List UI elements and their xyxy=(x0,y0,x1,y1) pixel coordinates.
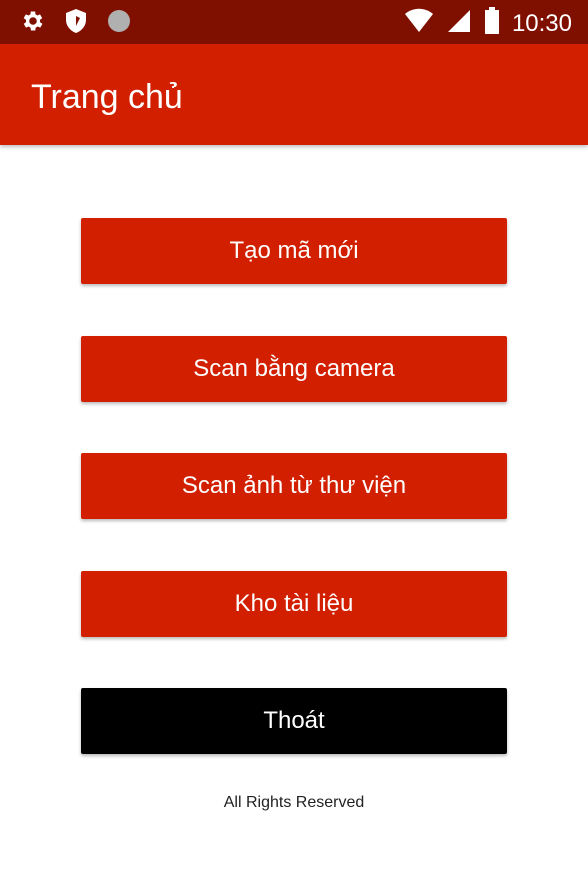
wifi-icon xyxy=(404,8,434,39)
scan-gallery-button[interactable]: Scan ảnh từ thư viện xyxy=(81,453,507,519)
shield-icon xyxy=(64,8,88,39)
app-bar: Trang chủ xyxy=(0,44,588,145)
status-left-icons xyxy=(20,8,132,39)
status-right-icons: 10:30 xyxy=(404,7,572,40)
exit-button[interactable]: Thoát xyxy=(81,688,507,754)
footer-text: All Rights Reserved xyxy=(223,794,365,811)
scan-camera-button[interactable]: Scan bằng camera xyxy=(81,336,507,402)
status-time: 10:30 xyxy=(511,9,572,37)
create-new-code-button[interactable]: Tạo mã mới xyxy=(81,218,507,284)
battery-icon xyxy=(484,7,500,40)
status-bar: 10:30 xyxy=(0,0,588,44)
signal-icon xyxy=(446,8,472,39)
page-title: Trang chủ xyxy=(31,78,183,116)
document-storage-button[interactable]: Kho tài liệu xyxy=(81,571,507,637)
circle-icon xyxy=(106,8,132,39)
gear-icon xyxy=(20,8,46,39)
